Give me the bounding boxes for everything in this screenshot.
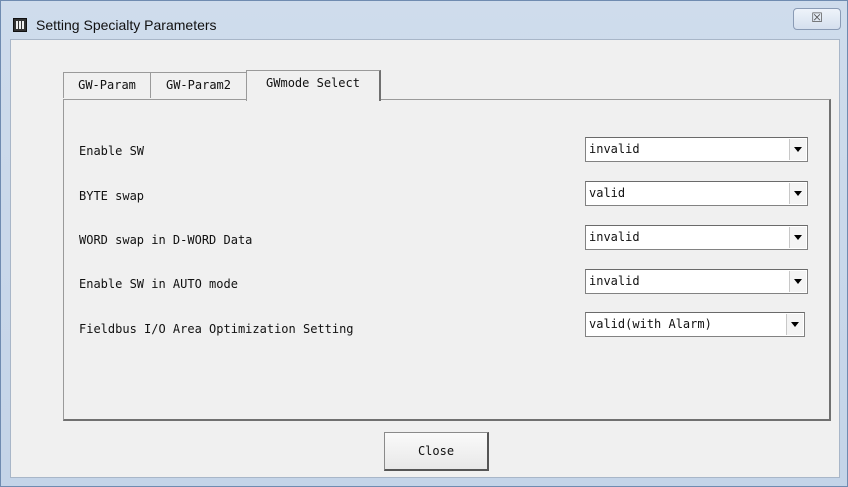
chevron-down-icon[interactable] <box>789 227 806 248</box>
window-title: Setting Specialty Parameters <box>36 17 217 33</box>
word-swap-select[interactable]: invalid <box>585 225 808 250</box>
close-icon: ☒ <box>811 11 823 26</box>
close-button-label: Close <box>417 444 455 458</box>
close-button[interactable]: Close <box>384 432 489 471</box>
enable-sw-auto-label: Enable SW in AUTO mode <box>79 277 238 291</box>
chevron-down-icon[interactable] <box>789 271 806 292</box>
enable-sw-label: Enable SW <box>79 144 145 158</box>
tab-label: GW-Param2 <box>165 78 232 92</box>
chevron-down-icon[interactable] <box>789 183 806 204</box>
tab-gw-param[interactable]: GW-Param <box>63 72 151 98</box>
word-swap-label: WORD swap in D-WORD Data <box>79 233 253 247</box>
title-bar[interactable]: Setting Specialty Parameters ☒ <box>1 1 847 41</box>
tab-gwmode-select[interactable]: GWmode Select <box>246 70 381 101</box>
dialog-body: GW-Param GW-Param2 GWmode Select Enable … <box>10 39 840 478</box>
tab-label: GW-Param <box>78 78 136 92</box>
tab-label: GWmode Select <box>266 76 360 90</box>
fieldbus-io-label: Fieldbus I/O Area Optimization Setting <box>79 322 354 336</box>
app-icon <box>13 18 27 32</box>
select-value: valid <box>589 186 626 200</box>
chevron-down-icon[interactable] <box>789 139 806 160</box>
enable-sw-select[interactable]: invalid <box>585 137 808 162</box>
enable-sw-auto-select[interactable]: invalid <box>585 269 808 294</box>
window-close-button[interactable]: ☒ <box>793 8 841 30</box>
tab-gw-param2[interactable]: GW-Param2 <box>150 72 247 98</box>
byte-swap-select[interactable]: valid <box>585 181 808 206</box>
settings-dialog: Setting Specialty Parameters ☒ GW-Param … <box>0 0 848 487</box>
select-value: invalid <box>589 142 640 156</box>
select-value: valid(with Alarm) <box>589 317 712 331</box>
select-value: invalid <box>589 274 640 288</box>
chevron-down-icon[interactable] <box>786 314 803 335</box>
fieldbus-io-select[interactable]: valid(with Alarm) <box>585 312 805 337</box>
select-value: invalid <box>589 230 640 244</box>
byte-swap-label: BYTE swap <box>79 189 145 203</box>
